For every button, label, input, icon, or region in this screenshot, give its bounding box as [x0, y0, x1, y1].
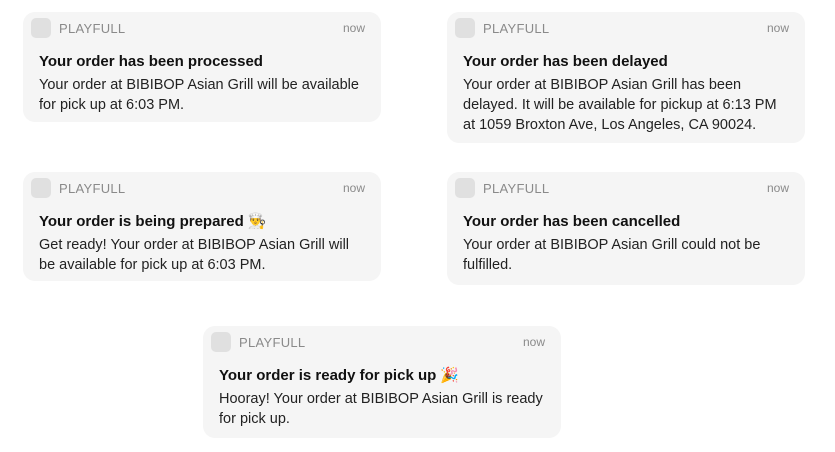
notification-title: Your order is ready for pick up 🎉: [219, 367, 459, 384]
notification-header: PLAYFULL now: [455, 172, 789, 204]
chef-emoji-icon: 👨‍🍳: [247, 213, 267, 230]
notification-delayed[interactable]: PLAYFULL now Your order has been delayed…: [447, 12, 805, 143]
notification-body: Get ready! Your order at BIBIBOP Asian G…: [39, 237, 350, 273]
notification-body: Your order at BIBIBOP Asian Grill could …: [463, 237, 761, 273]
notification-header: PLAYFULL now: [31, 172, 365, 204]
app-name: PLAYFULL: [483, 180, 550, 196]
notification-title: Your order has been processed: [39, 53, 263, 70]
notification-cancelled[interactable]: PLAYFULL now Your order has been cancell…: [447, 172, 805, 285]
notification-title: Your order is being prepared 👨‍🍳: [39, 213, 267, 230]
timestamp: now: [766, 181, 789, 195]
party-popper-icon: 🎉: [440, 367, 459, 384]
app-name: PLAYFULL: [483, 20, 550, 36]
notification-title: Your order has been delayed: [463, 53, 668, 70]
app-icon: [455, 18, 475, 38]
notification-header: PLAYFULL now: [455, 12, 789, 44]
notification-header: PLAYFULL now: [211, 326, 545, 358]
notification-ready[interactable]: PLAYFULL now Your order is ready for pic…: [203, 326, 561, 438]
notification-header: PLAYFULL now: [31, 12, 365, 44]
notification-processed[interactable]: PLAYFULL now Your order has been process…: [23, 12, 381, 122]
app-icon: [211, 332, 231, 352]
app-name: PLAYFULL: [59, 20, 126, 36]
notification-title: Your order has been cancelled: [463, 213, 681, 230]
app-icon: [31, 178, 51, 198]
timestamp: now: [342, 21, 365, 35]
notification-body: Your order at BIBIBOP Asian Grill has be…: [463, 77, 777, 133]
timestamp: now: [766, 21, 789, 35]
app-name: PLAYFULL: [59, 180, 126, 196]
notification-body: Hooray! Your order at BIBIBOP Asian Gril…: [219, 391, 543, 427]
notification-preparing[interactable]: PLAYFULL now Your order is being prepare…: [23, 172, 381, 281]
notification-body: Your order at BIBIBOP Asian Grill will b…: [39, 77, 359, 113]
app-icon: [455, 178, 475, 198]
timestamp: now: [342, 181, 365, 195]
app-icon: [31, 18, 51, 38]
timestamp: now: [522, 335, 545, 349]
app-name: PLAYFULL: [239, 334, 306, 350]
